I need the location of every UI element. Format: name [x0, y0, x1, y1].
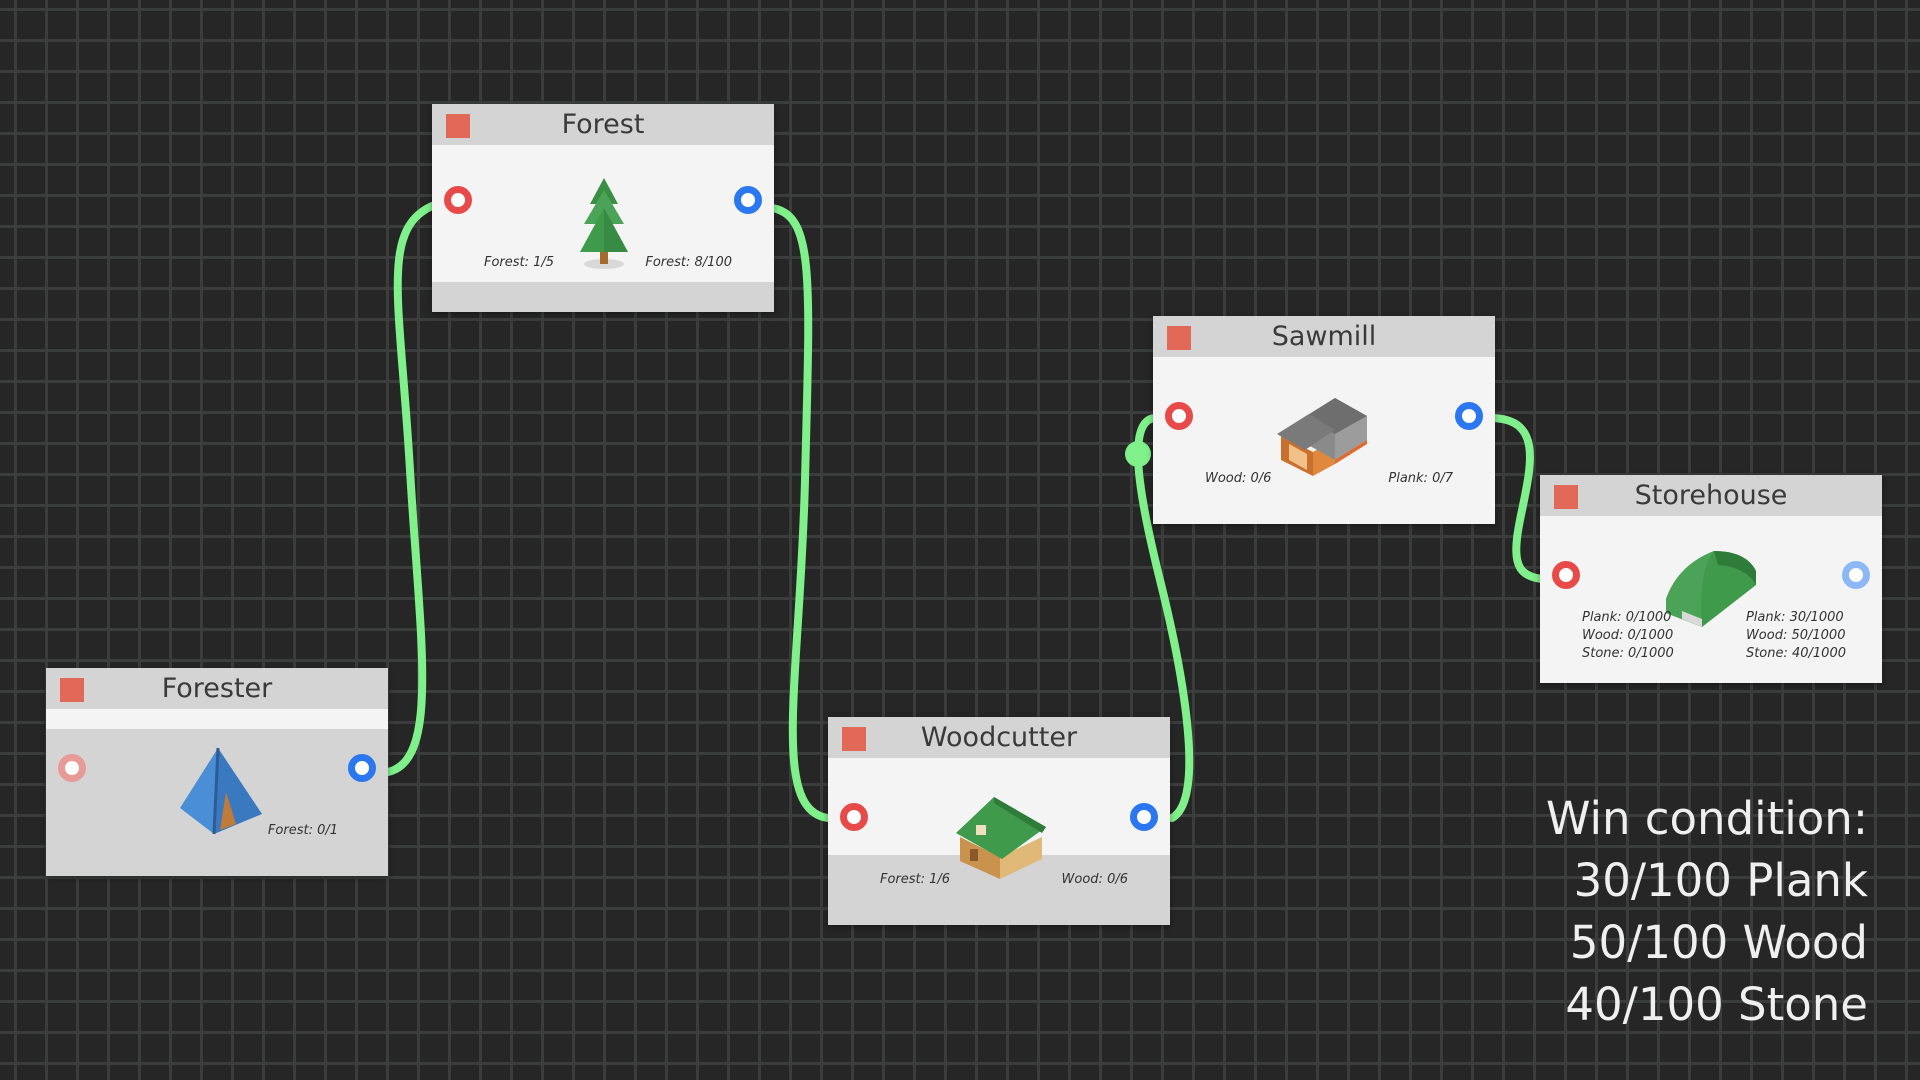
- input-port[interactable]: [1552, 561, 1580, 589]
- input-stat-stone: Stone: 0/1000: [1582, 646, 1674, 661]
- sawmill-building-icon: [1277, 398, 1367, 476]
- node-footer: [432, 282, 774, 312]
- node-title: Sawmill: [1271, 321, 1377, 352]
- tent-icon: [180, 747, 262, 835]
- input-stat: Wood: 0/6: [1205, 471, 1272, 486]
- woodcutter-hut-icon: [956, 797, 1046, 879]
- output-port[interactable]: [348, 754, 376, 782]
- output-stat: Plank: 0/7: [1388, 471, 1453, 486]
- node-title: Storehouse: [1634, 480, 1788, 511]
- output-port[interactable]: [1842, 561, 1870, 589]
- win-condition-plank: 30/100 Plank: [1573, 854, 1868, 907]
- node-storehouse[interactable]: Storehouse Plank: 0/1000 Wood: 0/1000 St…: [1540, 475, 1882, 683]
- node-forest[interactable]: Forest Forest: 1/5 Forest: 8/100: [432, 104, 774, 312]
- input-stat-wood: Wood: 0/1000: [1582, 628, 1674, 643]
- output-stat: Forest: 8/100: [645, 255, 732, 270]
- input-stat: Forest: 1/5: [484, 255, 555, 270]
- wire-drag-handle[interactable]: [1125, 441, 1151, 467]
- input-port[interactable]: [1165, 402, 1193, 430]
- input-port[interactable]: [444, 186, 472, 214]
- node-sawmill[interactable]: Sawmill Wood: 0/6 Plank: 0/7: [1153, 316, 1495, 524]
- win-condition-panel: Win condition: 30/100 Plank 50/100 Wood …: [1546, 788, 1868, 1036]
- output-stat-stone: Stone: 40/1000: [1745, 646, 1846, 661]
- close-node-button[interactable]: [1167, 326, 1191, 350]
- win-condition-title: Win condition:: [1545, 792, 1868, 845]
- node-woodcutter[interactable]: Woodcutter Forest: 1/6 Wood: 0/6: [828, 717, 1170, 925]
- output-stat-wood: Wood: 50/1000: [1745, 628, 1846, 643]
- output-stat: Forest: 0/1: [267, 823, 338, 838]
- output-stats: Plank: 30/1000 Wood: 50/1000 Stone: 40/1…: [1746, 609, 1846, 663]
- node-title: Forest: [561, 109, 645, 140]
- win-condition-wood: 50/100 Wood: [1569, 916, 1868, 969]
- input-stats: Plank: 0/1000 Wood: 0/1000 Stone: 0/1000: [1582, 609, 1674, 663]
- wire-forest-to-woodcutter[interactable]: [768, 204, 832, 822]
- close-node-button[interactable]: [60, 678, 84, 702]
- output-port[interactable]: [734, 186, 762, 214]
- win-condition-stone: 40/100 Stone: [1565, 978, 1868, 1031]
- close-node-button[interactable]: [446, 114, 470, 138]
- output-port[interactable]: [1130, 803, 1158, 831]
- input-port[interactable]: [840, 803, 868, 831]
- close-node-button[interactable]: [842, 727, 866, 751]
- output-port[interactable]: [1455, 402, 1483, 430]
- input-stat-plank: Plank: 0/1000: [1582, 610, 1672, 625]
- output-stat-plank: Plank: 30/1000: [1745, 610, 1844, 625]
- node-title: Forester: [161, 673, 273, 704]
- input-stat: Forest: 1/6: [880, 872, 951, 887]
- input-port[interactable]: [58, 754, 86, 782]
- wire-forester-to-forest[interactable]: [384, 202, 436, 776]
- pine-tree-icon: [580, 178, 628, 269]
- close-node-button[interactable]: [1554, 485, 1578, 509]
- node-title: Woodcutter: [920, 722, 1078, 753]
- node-forester[interactable]: Forester Forest: 0/1: [46, 668, 388, 876]
- output-stat: Wood: 0/6: [1061, 872, 1128, 887]
- game-canvas[interactable]: Forest Forest: 1/5 Forest: 8/100 Foreste…: [0, 0, 1920, 1080]
